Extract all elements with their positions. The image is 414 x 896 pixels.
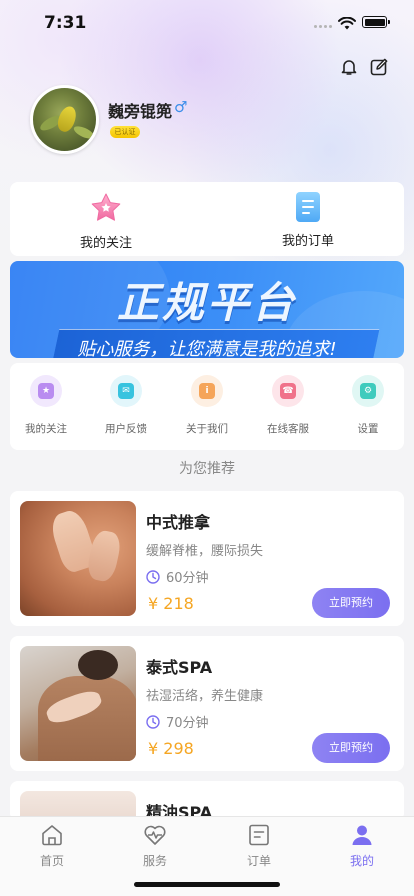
tab-service[interactable]: 服务 — [120, 823, 190, 869]
wifi-icon — [338, 15, 356, 34]
menu-item-label: 我的关注 — [25, 423, 67, 435]
tab-label: 服务 — [142, 854, 167, 868]
battery-icon — [362, 16, 390, 28]
star-icon — [90, 192, 122, 224]
user-icon — [350, 823, 374, 847]
signal-icon — [314, 25, 332, 28]
service-name: 泰式SPA — [146, 658, 213, 677]
service-image — [20, 501, 136, 616]
service-price: ¥ 298 — [148, 739, 194, 758]
heartbeat-icon — [143, 823, 167, 847]
male-icon: ♂ — [174, 98, 188, 116]
tab-home[interactable]: 首页 — [17, 823, 87, 869]
edit-icon[interactable] — [370, 58, 388, 76]
service-icon: ☎ — [272, 375, 304, 407]
service-duration: 60分钟 — [146, 567, 209, 586]
avatar[interactable] — [30, 85, 99, 154]
status-time: 7:31 — [44, 13, 87, 33]
home-icon — [40, 823, 64, 847]
banner-title: 正规平台 — [116, 278, 297, 327]
about-icon: i — [191, 375, 223, 407]
bell-icon[interactable] — [340, 58, 358, 76]
header-actions — [340, 58, 388, 76]
clock-icon — [146, 569, 160, 584]
menu-item-settings[interactable]: ⚙ 设置 — [336, 375, 400, 436]
menu-item-label: 设置 — [357, 423, 379, 435]
star-icon: ★ — [30, 375, 62, 407]
verified-badge: 已认证 — [110, 126, 140, 138]
menu-item-feedback[interactable]: ✉ 用户反馈 — [94, 375, 158, 436]
tab-label: 我的 — [349, 854, 374, 868]
menu-item-customer-service[interactable]: ☎ 在线客服 — [256, 375, 320, 436]
service-description: 缓解脊椎，腰际损失 — [146, 544, 264, 559]
tab-label: 订单 — [246, 854, 271, 868]
service-card[interactable]: 中式推拿 缓解脊椎，腰际损失 60分钟 ¥ 218 立即预约 — [10, 491, 404, 626]
menu-item-follow[interactable]: ★ 我的关注 — [14, 375, 78, 436]
menu-item-label: 在线客服 — [267, 423, 309, 435]
quick-item-follow[interactable]: 我的关注 — [46, 192, 166, 251]
menu-item-about[interactable]: i 关于我们 — [175, 375, 239, 436]
banner-subtitle: 贴心服务，让您满意是我的追求! — [77, 339, 337, 358]
quick-item-orders[interactable]: 我的订单 — [248, 192, 368, 249]
service-price: ¥ 218 — [148, 594, 194, 613]
document-icon — [296, 192, 320, 222]
tab-mine[interactable]: 我的 — [327, 823, 397, 869]
duration-text: 60分钟 — [166, 571, 209, 586]
gear-icon: ⚙ — [352, 375, 384, 407]
feedback-icon: ✉ — [110, 375, 142, 407]
home-indicator — [134, 882, 280, 887]
menu-card: ★ 我的关注 ✉ 用户反馈 i 关于我们 ☎ 在线客服 ⚙ 设置 — [10, 363, 404, 450]
quick-card: 我的关注 我的订单 — [10, 182, 404, 256]
status-bar: 7:31 — [0, 0, 414, 46]
quick-item-label: 我的订单 — [281, 234, 334, 249]
service-card[interactable]: 精油SPA — [10, 781, 404, 821]
section-title: 为您推荐 — [179, 461, 235, 477]
duration-text: 70分钟 — [166, 716, 209, 731]
book-now-button[interactable]: 立即预约 — [312, 733, 390, 763]
order-icon — [247, 823, 271, 847]
service-duration: 70分钟 — [146, 712, 209, 731]
service-card[interactable]: 泰式SPA 祛湿活络，养生健康 70分钟 ¥ 298 立即预约 — [10, 636, 404, 771]
username: 巍旁锟篼 — [108, 102, 173, 121]
clock-icon — [146, 714, 160, 729]
book-now-button[interactable]: 立即预约 — [312, 588, 390, 618]
menu-item-label: 用户反馈 — [105, 423, 147, 435]
service-description: 祛湿活络，养生健康 — [146, 689, 264, 704]
service-image — [20, 646, 136, 761]
service-name: 中式推拿 — [146, 513, 211, 532]
menu-item-label: 关于我们 — [186, 423, 228, 435]
tab-orders[interactable]: 订单 — [224, 823, 294, 869]
promo-banner[interactable]: 正规平台 贴心服务，让您满意是我的追求! — [10, 261, 404, 358]
tab-label: 首页 — [39, 854, 64, 868]
quick-item-label: 我的关注 — [79, 236, 132, 251]
